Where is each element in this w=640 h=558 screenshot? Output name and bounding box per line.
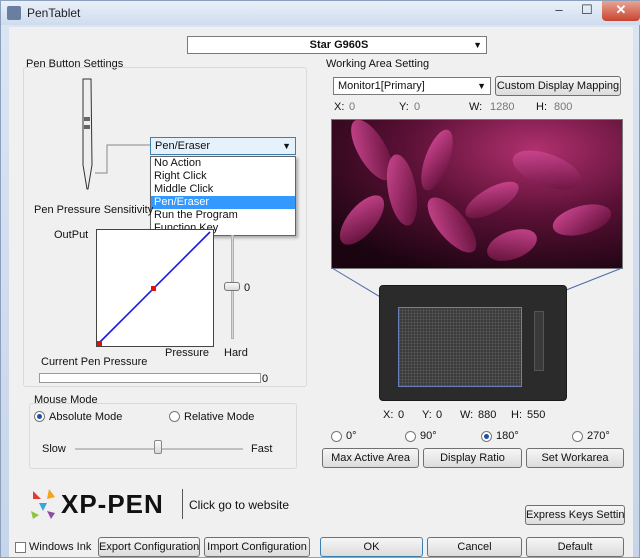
current-pressure-value: 0	[262, 373, 269, 385]
pen-button-select[interactable]: Pen/Eraser ▼	[150, 137, 296, 155]
windows-ink-checkbox[interactable]	[15, 542, 26, 553]
ok-button[interactable]: OK	[320, 537, 423, 557]
rotation-radio[interactable]	[405, 431, 416, 442]
hard-label: Hard	[224, 347, 248, 359]
tablet-x-label: X:	[383, 409, 394, 421]
wallpaper-image	[332, 120, 622, 268]
screen-y-value: 0	[414, 101, 421, 113]
pressure-sensitivity-label: Pen Pressure Sensitivity	[34, 204, 154, 216]
dropdown-option[interactable]: Middle Click	[151, 183, 295, 196]
screen-h-value: 800	[554, 101, 573, 113]
client-area: Star G960S ▼ Pen Button Settings Pen/Era…	[9, 27, 633, 557]
tablet-x-value: 0	[398, 409, 405, 421]
tablet-illustration	[379, 285, 567, 401]
pentablet-window: PenTablet – ☐ ✕ Star G960S ▼ Pen Button …	[0, 0, 640, 558]
screen-w-value: 1280	[490, 101, 515, 113]
screen-x-label: X:	[334, 101, 345, 113]
chevron-down-icon: ▼	[473, 40, 482, 50]
pen-button-dropdown: No Action Right Click Middle Click Pen/Eras…	[150, 156, 296, 236]
absolute-mode-radio[interactable]	[34, 411, 45, 422]
pressure-axis-label: Pressure	[165, 347, 210, 359]
screen-preview	[331, 119, 623, 269]
chevron-down-icon: ▼	[477, 81, 486, 91]
window-title: PenTablet	[27, 6, 81, 20]
working-area-label: Working Area Setting	[326, 58, 430, 70]
current-pressure-bar	[39, 373, 261, 383]
display-ratio-button[interactable]: Display Ratio	[423, 448, 522, 468]
chevron-down-icon: ▼	[282, 141, 291, 151]
dropdown-option[interactable]: Pen/Eraser	[151, 196, 295, 209]
device-select[interactable]: Star G960S ▼	[187, 36, 487, 54]
xp-pen-logo-mark	[31, 489, 55, 519]
rotation-radio[interactable]	[481, 431, 492, 442]
screen-w-label: W:	[469, 101, 483, 113]
absolute-mode-label: Absolute Mode	[49, 411, 123, 423]
set-workarea-button[interactable]: Set Workarea	[526, 448, 624, 468]
logo-text: XP-PEN	[61, 489, 164, 519]
close-button[interactable]: ✕	[602, 1, 640, 21]
slider-thumb-icon[interactable]	[224, 282, 240, 291]
curve-point-mid[interactable]	[151, 286, 156, 291]
monitor-select-value: Monitor1[Primary]	[338, 80, 425, 92]
screen-x-value: 0	[349, 101, 356, 113]
dropdown-option[interactable]: Run the Program	[151, 209, 295, 222]
xp-pen-logo[interactable]: XP-PEN	[23, 483, 183, 525]
title-bar: PenTablet – ☐ ✕	[1, 1, 640, 25]
screen-y-label: Y:	[399, 101, 409, 113]
relative-mode-label: Relative Mode	[184, 411, 255, 423]
tablet-active-area[interactable]	[398, 307, 522, 387]
rotation-label: 270°	[587, 430, 610, 442]
rotation-label: 180°	[496, 430, 519, 442]
current-pressure-label: Current Pen Pressure	[41, 356, 148, 368]
windows-ink-label: Windows Ink	[29, 541, 92, 553]
app-icon	[7, 6, 21, 20]
max-active-area-button[interactable]: Max Active Area	[322, 448, 419, 468]
pen-button-select-value: Pen/Eraser	[155, 140, 211, 152]
tablet-h-label: H:	[511, 409, 522, 421]
logo-divider	[182, 489, 183, 519]
express-keys-button[interactable]: Express Keys Setting	[525, 505, 625, 525]
tablet-w-value: 880	[478, 409, 497, 421]
fast-label: Fast	[251, 443, 273, 455]
monitor-select[interactable]: Monitor1[Primary] ▼	[333, 77, 491, 95]
website-link[interactable]: Click go to website	[189, 498, 289, 512]
tablet-w-label: W:	[460, 409, 474, 421]
minimize-button[interactable]: –	[546, 1, 572, 21]
screen-h-label: H:	[536, 101, 547, 113]
import-configuration-button[interactable]: Import Configuration	[204, 537, 310, 557]
tablet-y-label: Y:	[422, 409, 432, 421]
connector-lines	[95, 144, 153, 174]
dropdown-option[interactable]: Right Click	[151, 170, 295, 183]
pressure-curve-chart	[96, 229, 214, 347]
dropdown-option[interactable]: No Action	[151, 157, 295, 170]
slow-label: Slow	[42, 443, 66, 455]
rotation-label: 0°	[346, 430, 357, 442]
tablet-express-keys	[534, 311, 544, 371]
sensitivity-value: 0	[244, 282, 251, 294]
tablet-h-value: 550	[527, 409, 546, 421]
custom-display-mapping-button[interactable]: Custom Display Mapping	[495, 76, 621, 96]
export-configuration-button[interactable]: Export Configuration	[98, 537, 200, 557]
curve-point-start[interactable]	[97, 341, 102, 346]
speed-slider-thumb[interactable]	[154, 440, 162, 454]
device-select-value: Star G960S	[309, 39, 369, 51]
maximize-button[interactable]: ☐	[574, 1, 600, 21]
default-button[interactable]: Default	[526, 537, 624, 557]
rotation-label: 90°	[420, 430, 437, 442]
cancel-button[interactable]: Cancel	[427, 537, 522, 557]
tablet-y-value: 0	[436, 409, 443, 421]
relative-mode-radio[interactable]	[169, 411, 180, 422]
rotation-radio[interactable]	[331, 431, 342, 442]
output-label: OutPut	[54, 229, 89, 241]
rotation-radio[interactable]	[572, 431, 583, 442]
